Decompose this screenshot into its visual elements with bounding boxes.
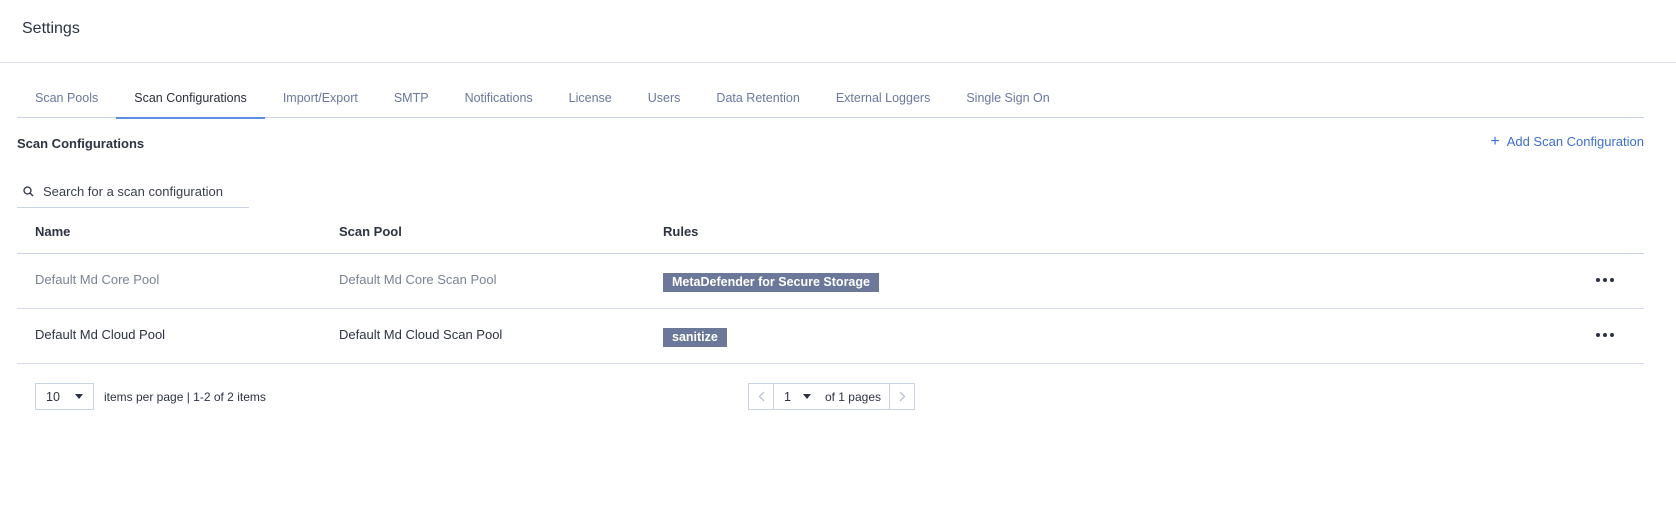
tab-label: SMTP [393,91,429,105]
page-size-control: 10 items per page | 1-2 of 2 items [35,383,266,410]
more-horizontal-icon[interactable] [1592,274,1618,286]
tab-label: Data Retention [716,91,800,105]
tab-label: Single Sign On [966,91,1050,105]
tab-data-retention[interactable]: Data Retention [698,78,817,118]
per-page-value: 10 [46,389,60,404]
plus-icon: + [1490,132,1500,150]
previous-page-button[interactable] [749,384,774,409]
row-scan-pool: Default Md Core Scan Pool [339,272,497,287]
tab-label: External Loggers [835,91,931,105]
tab-scan-configurations[interactable]: Scan Configurations [116,78,265,119]
tab-import-export[interactable]: Import/Export [265,78,376,118]
add-scan-configuration-label: Add Scan Configuration [1506,134,1644,149]
total-pages-label: of 1 pages [824,389,881,404]
tab-label: Scan Configurations [134,91,247,105]
chevron-right-icon [899,391,905,402]
table-header: Name Scan Pool Rules [17,212,1644,254]
chevron-left-icon [758,391,764,402]
caret-down-icon [802,394,811,399]
section-title: Scan Configurations [17,136,145,151]
column-header-rules[interactable]: Rules [663,224,698,239]
tab-scan-pools[interactable]: Scan Pools [17,78,116,118]
search-box [17,176,249,208]
rule-badge: MetaDefender for Secure Storage [663,273,879,292]
search-icon [17,186,39,197]
per-page-select[interactable]: 10 [35,383,94,410]
settings-tabs: Scan Pools Scan Configurations Import/Ex… [17,78,1644,119]
tab-single-sign-on[interactable]: Single Sign On [948,78,1067,118]
row-name: Default Md Cloud Pool [35,327,166,342]
tab-smtp[interactable]: SMTP [376,78,447,118]
tab-label: Scan Pools [35,91,99,105]
more-horizontal-icon[interactable] [1592,329,1618,341]
tab-external-loggers[interactable]: External Loggers [818,78,949,118]
next-page-button[interactable] [889,384,914,409]
top-bar: Settings [0,0,1676,63]
items-summary: items per page | 1-2 of 2 items [104,389,266,404]
tab-users[interactable]: Users [630,78,699,118]
page-select[interactable]: 1 [774,384,821,409]
tab-label: Users [647,91,681,105]
search-input[interactable] [39,184,239,199]
column-header-scan-pool[interactable]: Scan Pool [339,224,402,239]
tab-label: Import/Export [282,91,358,105]
table-row[interactable]: Default Md Core Pool Default Md Core Sca… [17,254,1644,309]
tab-notifications[interactable]: Notifications [447,78,551,118]
row-scan-pool: Default Md Cloud Scan Pool [339,327,503,342]
tab-label: Notifications [464,91,533,105]
row-name: Default Md Core Pool [35,272,160,287]
rule-badge: sanitize [663,328,727,347]
tab-license[interactable]: License [551,78,630,118]
caret-down-icon [75,394,83,399]
column-header-name[interactable]: Name [35,224,70,239]
scan-configurations-table: Name Scan Pool Rules Default Md Core Poo… [17,212,1644,364]
current-page: 1 [784,389,791,404]
pagination: 1 of 1 pages [748,383,915,410]
add-scan-configuration-button[interactable]: + Add Scan Configuration [1490,132,1644,150]
tab-label: License [568,91,612,105]
table-row[interactable]: Default Md Cloud Pool Default Md Cloud S… [17,309,1644,364]
page-title: Settings [22,20,80,37]
